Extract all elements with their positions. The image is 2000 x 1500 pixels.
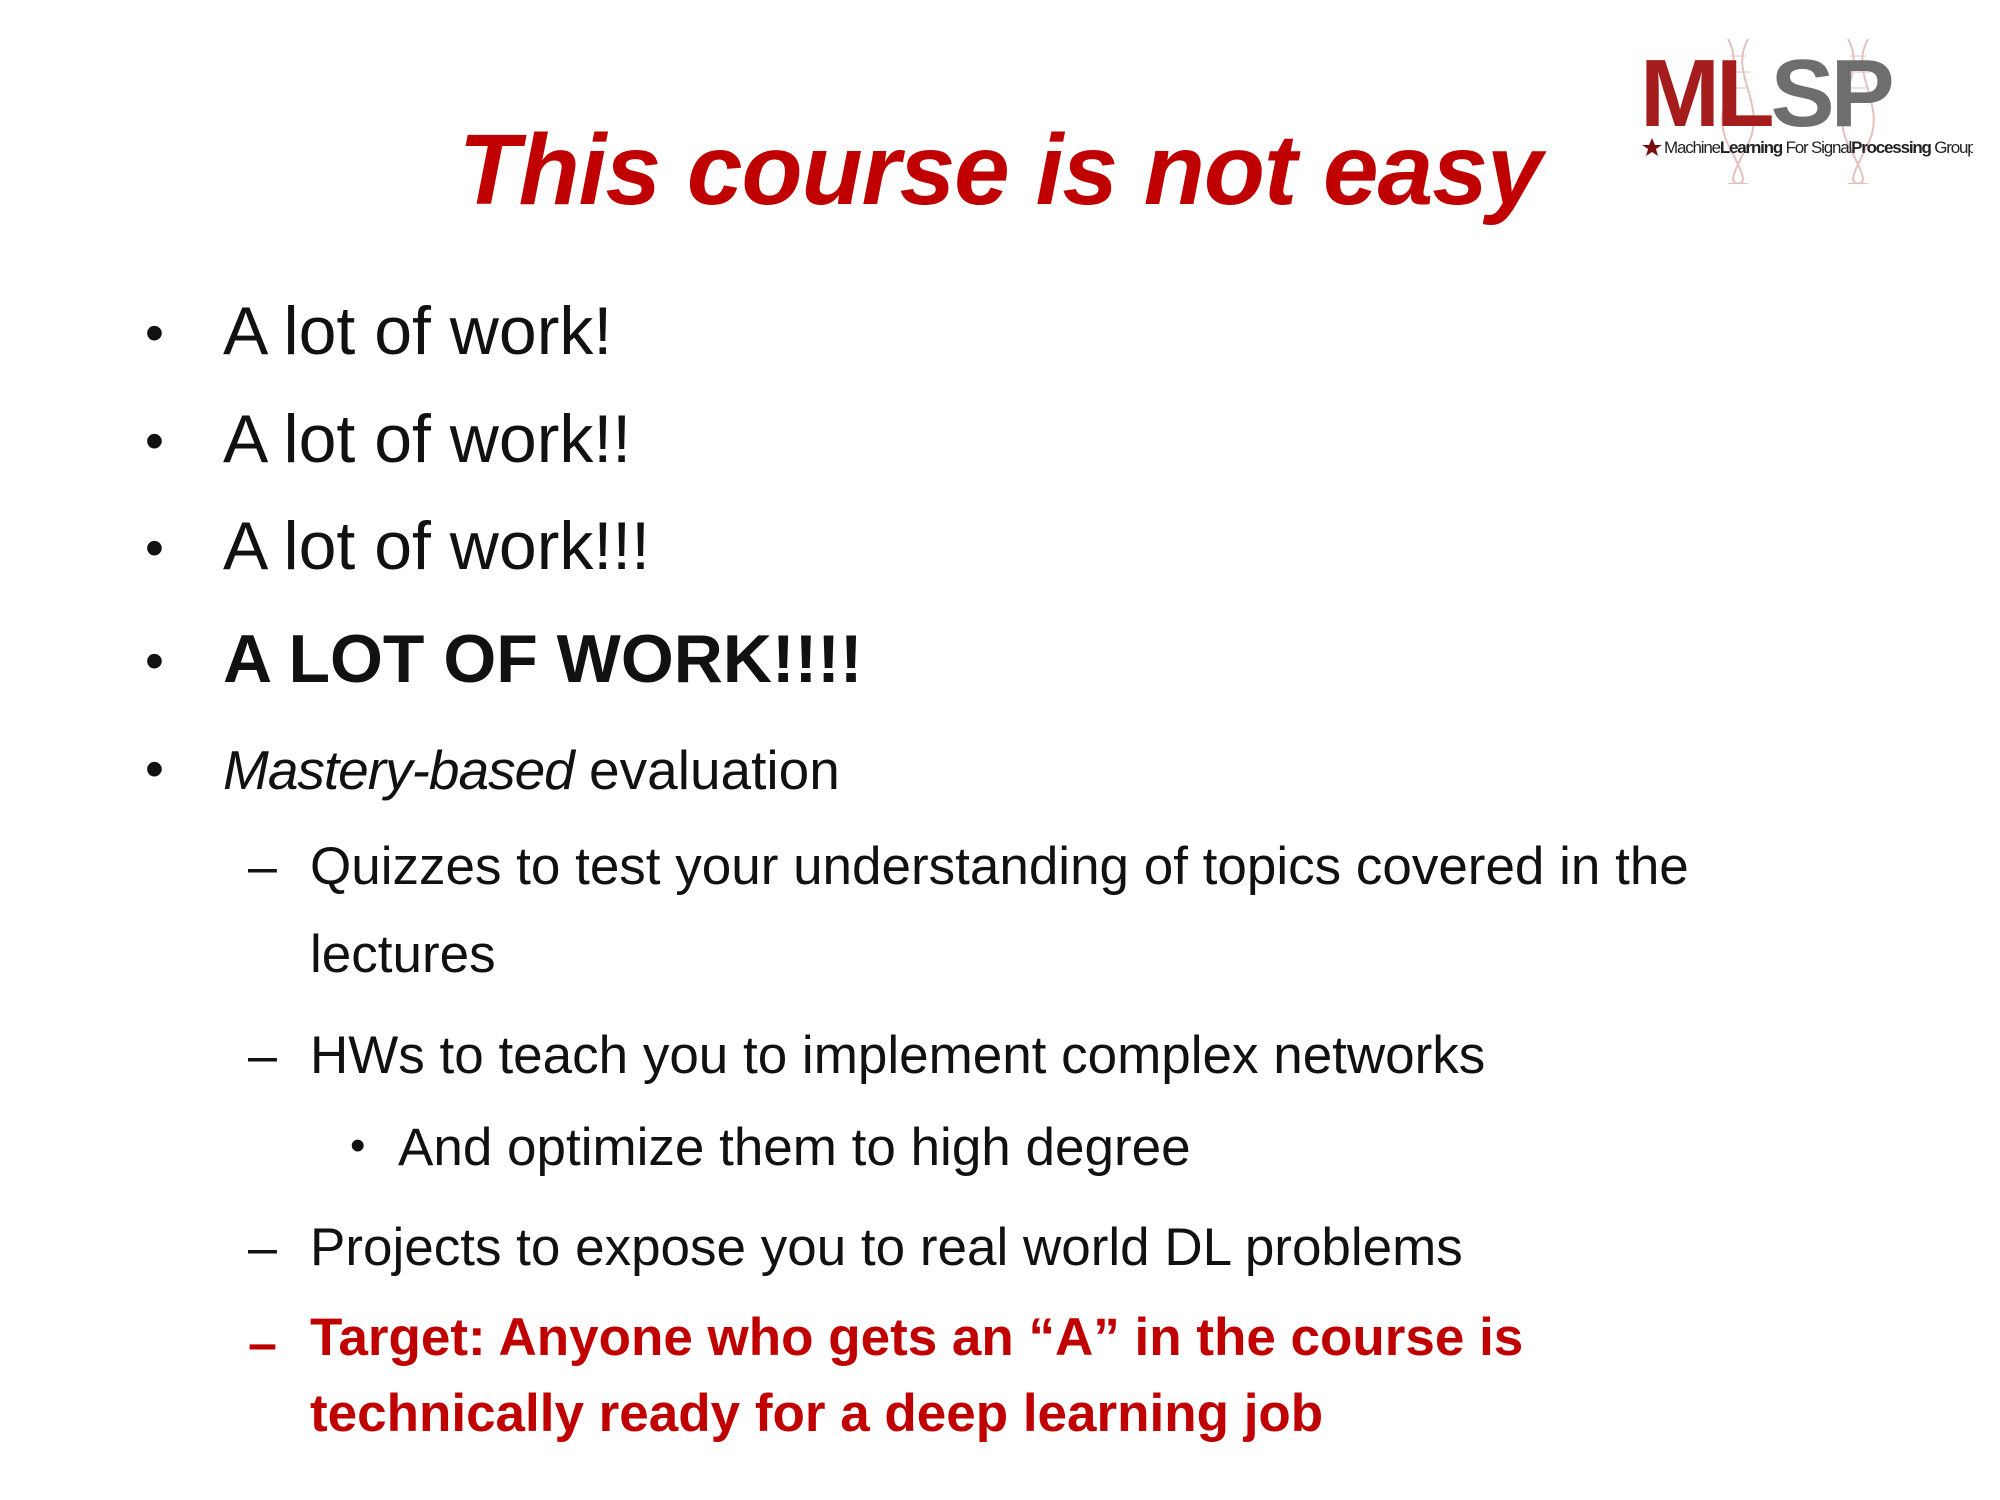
bullet-marker: •: [145, 739, 164, 799]
bullet-marker: •: [145, 518, 164, 578]
bullet-text: A lot of work!!: [223, 401, 632, 477]
bullet-marker: •: [145, 303, 164, 363]
slide: This course is not easy MLSP MachineLear…: [0, 0, 2000, 1500]
mlsp-logo: MLSP MachineLearning For SignalProcessin…: [1638, 34, 1973, 184]
dash-marker: –: [248, 1315, 277, 1373]
sub-item-text: Projects to expose you to real world DL …: [310, 1218, 1463, 1277]
dash-marker: –: [248, 1027, 277, 1085]
mastery-rest: evaluation: [573, 739, 840, 801]
target-text: Target: Anyone who gets an “A” in the co…: [310, 1308, 1524, 1443]
mastery-emphasis: Mastery-based: [223, 739, 575, 801]
sub-item-text: HWs to teach you to implement complex ne…: [310, 1026, 1486, 1085]
bullet-marker: •: [145, 411, 164, 471]
dash-marker: –: [248, 1219, 277, 1277]
mastery-text: Mastery-based evaluation: [223, 738, 840, 802]
dash-marker: –: [248, 838, 277, 896]
bullet-text: A LOT OF WORK!!!!: [223, 621, 863, 697]
sub-sub-item-text: And optimize them to high degree: [398, 1118, 1191, 1177]
logo-wordmark: MLSP: [1640, 40, 1892, 147]
sub-item-text: Quizzes to test your understanding of to…: [310, 837, 1689, 984]
bullet-marker: •: [350, 1121, 366, 1170]
mlsp-logo-graphic: MLSP MachineLearning For SignalProcessin…: [1640, 38, 1973, 184]
bullet-text: A lot of work!!!: [223, 508, 651, 584]
bullet-marker: •: [145, 631, 164, 691]
logo-tagline: MachineLearning For SignalProcessing Gro…: [1664, 138, 1973, 157]
bullet-text: A lot of work!: [223, 293, 613, 369]
